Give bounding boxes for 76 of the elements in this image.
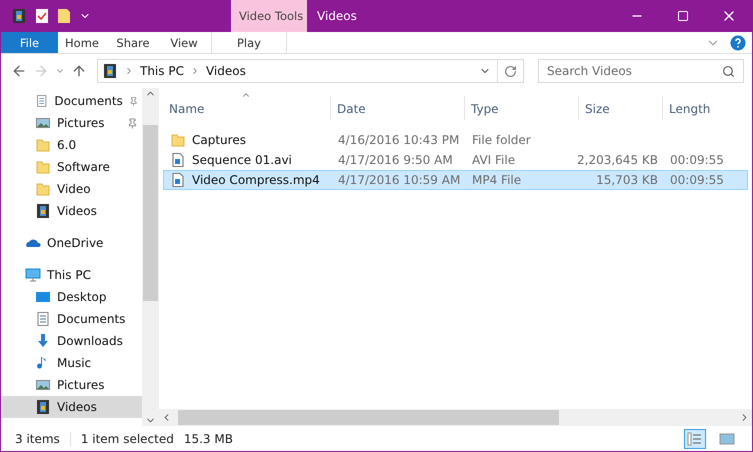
- properties-icon[interactable]: [35, 8, 49, 24]
- picture-icon: [35, 115, 51, 131]
- context-tab-title: Video Tools: [231, 0, 307, 32]
- sidebar-item[interactable]: Videos: [1, 200, 142, 222]
- file-name: Captures: [192, 133, 246, 147]
- document-icon: [35, 311, 51, 327]
- column-header[interactable]: Name: [163, 96, 331, 120]
- table-cell-text: 2,203,645 KB: [580, 153, 659, 167]
- sidebar-item[interactable]: Documents: [1, 308, 142, 330]
- window-title: Videos: [316, 8, 358, 25]
- back-icon[interactable]: [11, 63, 27, 79]
- table-cell-text: 15,703 KB: [595, 173, 659, 187]
- table-cell-text: 00:09:55: [669, 173, 725, 187]
- new-folder-icon[interactable]: [57, 8, 71, 24]
- column-header[interactable]: Length: [663, 96, 748, 120]
- sidebar-item[interactable]: Desktop: [1, 286, 142, 308]
- folder-icon: [35, 181, 51, 197]
- file-name: Video Compress.mp4: [192, 173, 320, 187]
- breadcrumb-item[interactable]: This PC: [140, 64, 184, 78]
- film-icon: [11, 8, 27, 24]
- table-cell-text: 4/17/2016 9:50 AM: [337, 153, 454, 167]
- video-file-icon: [170, 152, 186, 168]
- folder-icon: [35, 159, 51, 175]
- maximize-icon[interactable]: [677, 10, 689, 22]
- sidebar-item[interactable]: Documents: [1, 90, 142, 112]
- file-name: Sequence 01.avi: [192, 153, 292, 167]
- table-cell-text: File folder: [471, 133, 532, 147]
- breadcrumb-item[interactable]: Videos: [206, 64, 246, 78]
- pin-icon: [127, 118, 138, 128]
- film-icon: [102, 63, 118, 79]
- search-field[interactable]: Search Videos: [538, 59, 744, 83]
- video-file-icon: [170, 172, 186, 188]
- file-row[interactable]: Sequence 01.avi 4/17/2016 9:50 AM AVI File 2,203,645 KB 00:09:55: [163, 150, 748, 170]
- sidebar-item[interactable]: Music: [1, 352, 142, 374]
- column-header[interactable]: Type: [465, 96, 579, 120]
- pin-icon: [128, 96, 138, 106]
- details-view-button[interactable]: [684, 428, 706, 448]
- film-icon: [35, 399, 51, 415]
- folder-icon: [35, 137, 51, 153]
- sidebar-item[interactable]: Pictures: [1, 374, 142, 396]
- sidebar-item[interactable]: Videos: [1, 396, 142, 418]
- ribbon-tab[interactable]: Play: [211, 32, 287, 53]
- desktop-icon: [35, 289, 51, 305]
- help-icon[interactable]: [730, 34, 746, 50]
- monitor-icon: [25, 267, 41, 283]
- table-cell-text: MP4 File: [471, 173, 522, 187]
- document-icon: [35, 93, 48, 109]
- sidebar-item[interactable]: This PC: [1, 264, 142, 286]
- sidebar-item[interactable]: Video: [1, 178, 142, 200]
- sidebar-item[interactable]: 6.0: [1, 134, 142, 156]
- search-icon: [722, 64, 735, 78]
- ribbon-tab[interactable]: File: [1, 32, 58, 53]
- horizontal-scrollbar[interactable]: [159, 409, 752, 426]
- selection-info: 1 item selected: [80, 432, 174, 446]
- item-count: 3 items: [15, 432, 60, 446]
- up-icon[interactable]: [71, 63, 87, 79]
- table-cell-text: 00:09:55: [669, 153, 725, 167]
- picture-icon: [35, 377, 51, 393]
- table-cell-text: 4/16/2016 10:43 PM: [337, 133, 460, 147]
- column-header[interactable]: Date: [331, 96, 465, 120]
- file-row[interactable]: Captures 4/16/2016 10:43 PM File folder: [163, 130, 748, 150]
- table-cell-text: AVI File: [471, 153, 516, 167]
- folder-icon: [170, 132, 186, 148]
- refresh-icon[interactable]: [504, 64, 517, 78]
- sidebar-item[interactable]: Software: [1, 156, 142, 178]
- vertical-scrollbar[interactable]: [142, 88, 159, 426]
- column-header[interactable]: Size: [579, 96, 663, 120]
- sidebar-item[interactable]: OneDrive: [1, 232, 142, 254]
- address-bar[interactable]: This PC Videos: [97, 59, 524, 83]
- selection-size: 15.3 MB: [184, 432, 233, 446]
- download-icon: [35, 333, 51, 349]
- sidebar-item[interactable]: Pictures: [1, 112, 142, 134]
- film-icon: [35, 203, 51, 219]
- sidebar-item[interactable]: Downloads: [1, 330, 142, 352]
- file-row[interactable]: Video Compress.mp4 4/17/2016 10:59 AM MP4 File 15,703 KB 00:09:55: [163, 170, 748, 190]
- table-cell-text: 4/17/2016 10:59 AM: [337, 173, 462, 187]
